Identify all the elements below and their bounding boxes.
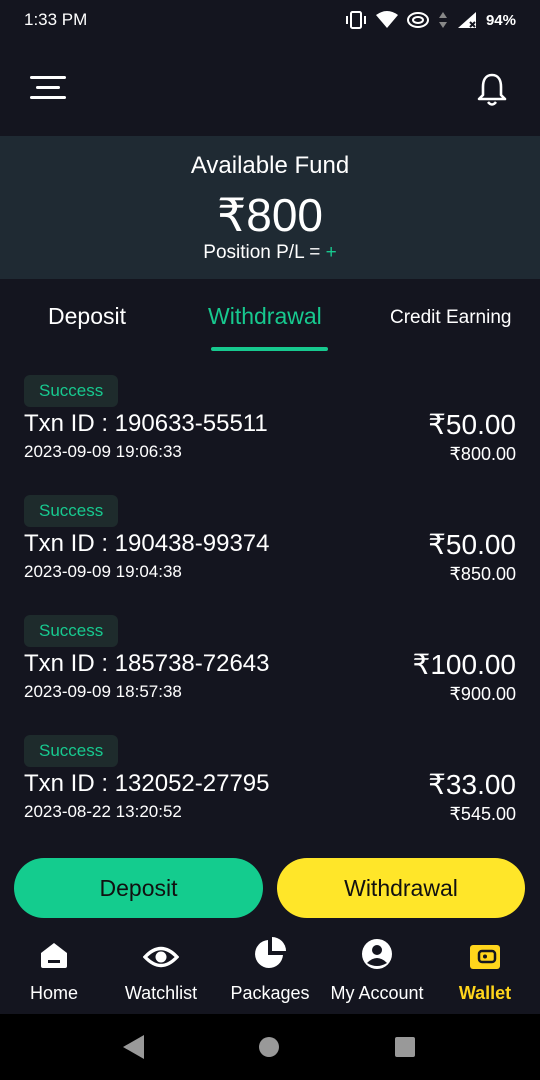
transaction-item[interactable]: Success Txn ID : 185738-72643 2023-09-09… bbox=[0, 608, 540, 728]
status-badge: Success bbox=[24, 615, 119, 647]
position-pl: Position P/L = + bbox=[0, 242, 540, 264]
nav-home[interactable]: Home bbox=[20, 930, 88, 1014]
available-fund-panel: Available Fund ₹800 Position P/L = + bbox=[0, 136, 540, 279]
transaction-item[interactable]: Success Txn ID : 132052-27795 2023-08-22… bbox=[0, 728, 540, 848]
nav-watchlist[interactable]: Watchlist bbox=[116, 930, 206, 1014]
txn-amount: ₹33.00 bbox=[428, 769, 516, 800]
signal-icon bbox=[457, 12, 476, 28]
recents-square-icon[interactable] bbox=[394, 1036, 416, 1058]
txn-amount: ₹50.00 bbox=[428, 529, 516, 560]
wallet-tabs: Deposit Withdrawal Credit Earning bbox=[0, 279, 540, 353]
txn-amount: ₹100.00 bbox=[412, 649, 516, 680]
txn-datetime: 2023-08-22 13:20:52 bbox=[24, 802, 182, 821]
home-circle-icon[interactable] bbox=[258, 1036, 280, 1058]
tab-deposit[interactable]: Deposit bbox=[48, 303, 126, 330]
tab-withdrawal[interactable]: Withdrawal bbox=[208, 303, 322, 330]
txn-datetime: 2023-09-09 18:57:38 bbox=[24, 682, 182, 701]
hamburger-icon bbox=[30, 76, 66, 79]
system-navigation-bar bbox=[0, 1014, 540, 1080]
eye-icon bbox=[143, 946, 179, 968]
nav-my-account[interactable]: My Account bbox=[324, 930, 430, 1014]
tab-credit-earning[interactable]: Credit Earning bbox=[390, 307, 511, 329]
hotspot-icon bbox=[406, 12, 429, 28]
position-pl-label: Position P/L = bbox=[203, 242, 326, 263]
wifi-icon bbox=[375, 11, 398, 28]
menu-button[interactable] bbox=[30, 76, 66, 100]
txn-datetime: 2023-09-09 19:06:33 bbox=[24, 442, 182, 461]
nav-label: Watchlist bbox=[124, 983, 198, 1003]
txn-id: Txn ID : 185738-72643 bbox=[24, 650, 270, 677]
nav-label: Packages bbox=[230, 983, 310, 1003]
status-badge: Success bbox=[24, 735, 119, 767]
transaction-list[interactable]: Success Txn ID : 190633-55511 2023-09-09… bbox=[0, 368, 540, 848]
home-icon bbox=[41, 943, 67, 968]
status-icons: 94% bbox=[344, 10, 516, 30]
txn-balance: ₹800.00 bbox=[449, 444, 516, 464]
txn-id: Txn ID : 190438-99374 bbox=[24, 530, 270, 557]
txn-datetime: 2023-09-09 19:04:38 bbox=[24, 562, 182, 581]
nav-packages[interactable]: Packages bbox=[226, 930, 314, 1014]
back-icon[interactable] bbox=[122, 1034, 146, 1060]
account-icon bbox=[362, 939, 392, 969]
status-time: 1:33 PM bbox=[24, 10, 88, 29]
nav-label: Wallet bbox=[458, 983, 512, 1003]
action-buttons: Deposit Withdrawal bbox=[0, 858, 540, 918]
transaction-item[interactable]: Success Txn ID : 190633-55511 2023-09-09… bbox=[0, 368, 540, 488]
pie-chart-icon bbox=[255, 937, 286, 968]
txn-id: Txn ID : 132052-27795 bbox=[24, 770, 270, 797]
status-badge: Success bbox=[24, 495, 119, 527]
position-pl-value: + bbox=[325, 242, 337, 263]
txn-amount: ₹50.00 bbox=[428, 409, 516, 440]
status-badge: Success bbox=[24, 375, 119, 407]
available-fund-label: Available Fund bbox=[190, 152, 350, 179]
nav-label: Home bbox=[29, 983, 78, 1003]
txn-balance: ₹545.00 bbox=[449, 804, 516, 824]
wallet-icon bbox=[470, 945, 500, 969]
vibrate-icon bbox=[345, 11, 366, 29]
bottom-navigation: Home Watchlist Packages My Account Walle… bbox=[0, 930, 540, 1014]
battery-level: 94% bbox=[485, 11, 516, 29]
top-app-bar bbox=[0, 40, 540, 136]
nav-wallet[interactable]: Wallet bbox=[452, 930, 518, 1014]
status-bar: 1:33 PM 94% bbox=[0, 0, 540, 40]
nav-label: My Account bbox=[330, 983, 424, 1003]
txn-balance: ₹850.00 bbox=[449, 564, 516, 584]
data-arrows-icon bbox=[438, 12, 447, 28]
transaction-item[interactable]: Success Txn ID : 190438-99374 2023-09-09… bbox=[0, 488, 540, 608]
active-tab-indicator bbox=[211, 347, 328, 351]
notification-bell-icon[interactable] bbox=[476, 72, 508, 108]
txn-id: Txn ID : 190633-55511 bbox=[24, 410, 268, 437]
txn-balance: ₹900.00 bbox=[449, 684, 516, 704]
deposit-button[interactable]: Deposit bbox=[14, 858, 263, 918]
available-fund-amount: ₹800 bbox=[216, 189, 323, 241]
withdrawal-button[interactable]: Withdrawal bbox=[277, 858, 525, 918]
